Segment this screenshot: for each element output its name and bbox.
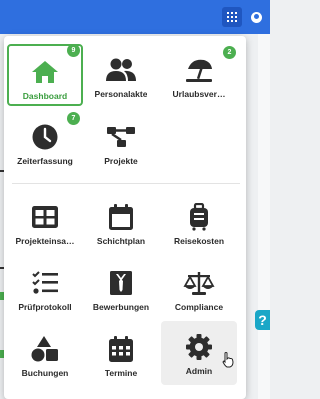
app-tile-label: Compliance <box>174 302 224 312</box>
app-tile-label: Dashboard <box>22 91 68 101</box>
app-tile-label: Reisekosten <box>173 236 225 246</box>
page-background-right <box>258 34 270 399</box>
help-icon: ? <box>258 312 267 328</box>
app-tile-label: Bewerbungen <box>92 302 150 312</box>
hand-cursor-icon <box>222 352 234 368</box>
checklist-icon <box>31 269 59 297</box>
app-tile-label: Schichtplan <box>96 236 146 246</box>
users-icon <box>105 56 137 84</box>
app-tile-label: Prüfprotokoll <box>18 302 72 312</box>
menu-divider <box>12 183 240 184</box>
app-tile-termine[interactable]: Termine <box>83 323 159 385</box>
notification-badge: 2 <box>223 46 236 59</box>
top-app-bar <box>0 0 270 34</box>
app-tile-compliance[interactable]: Compliance <box>161 257 237 319</box>
app-tile-label: Personalakte <box>94 89 148 99</box>
user-circle-icon <box>250 11 262 23</box>
app-tile-personalakte[interactable]: Personalakte <box>83 44 159 106</box>
app-tile-label: Zeiterfassung <box>17 156 73 166</box>
id-badge-icon <box>109 269 133 297</box>
gear-icon <box>185 333 213 361</box>
app-tile-label: Projekteinsa… <box>15 236 75 246</box>
home-icon <box>30 58 60 86</box>
user-menu-button[interactable] <box>246 7 266 27</box>
app-tile-label: Termine <box>104 368 138 378</box>
apps-grid-icon <box>227 12 237 22</box>
help-button[interactable]: ? <box>255 310 270 330</box>
app-tile-bewerbungen[interactable]: Bewerbungen <box>83 257 159 319</box>
app-tile-label: Projekte <box>104 156 138 166</box>
shapes-icon <box>31 335 59 363</box>
calendar-grid-icon <box>108 335 134 363</box>
app-tile-schichtplan[interactable]: Schichtplan <box>83 191 159 253</box>
app-tile-pruefprotokoll[interactable]: Prüfprotokoll <box>7 257 83 319</box>
app-tile-label: Admin <box>185 366 213 376</box>
notification-badge: 9 <box>67 44 80 57</box>
app-tile-label: Urlaubsver… <box>172 89 226 99</box>
scale-icon <box>183 269 215 297</box>
beach-umbrella-icon <box>184 56 214 84</box>
notification-badge: 7 <box>67 112 80 125</box>
calendar-icon <box>108 203 134 231</box>
project-diagram-icon <box>106 123 136 151</box>
suitcase-icon <box>188 203 210 231</box>
apps-menu-button[interactable] <box>222 7 242 27</box>
app-tile-projekteinsatz[interactable]: Projekteinsa… <box>7 191 83 253</box>
app-tile-projekte[interactable]: Projekte <box>83 111 159 173</box>
clock-icon <box>31 123 59 151</box>
app-tile-buchungen[interactable]: Buchungen <box>7 323 83 385</box>
app-launcher-panel: Dashboard 9 Personalakte Urlaubsver… 2 Z… <box>4 36 246 399</box>
app-tile-reisekosten[interactable]: Reisekosten <box>161 191 237 253</box>
table-grid-icon <box>31 203 59 231</box>
app-tile-label: Buchungen <box>21 368 69 378</box>
